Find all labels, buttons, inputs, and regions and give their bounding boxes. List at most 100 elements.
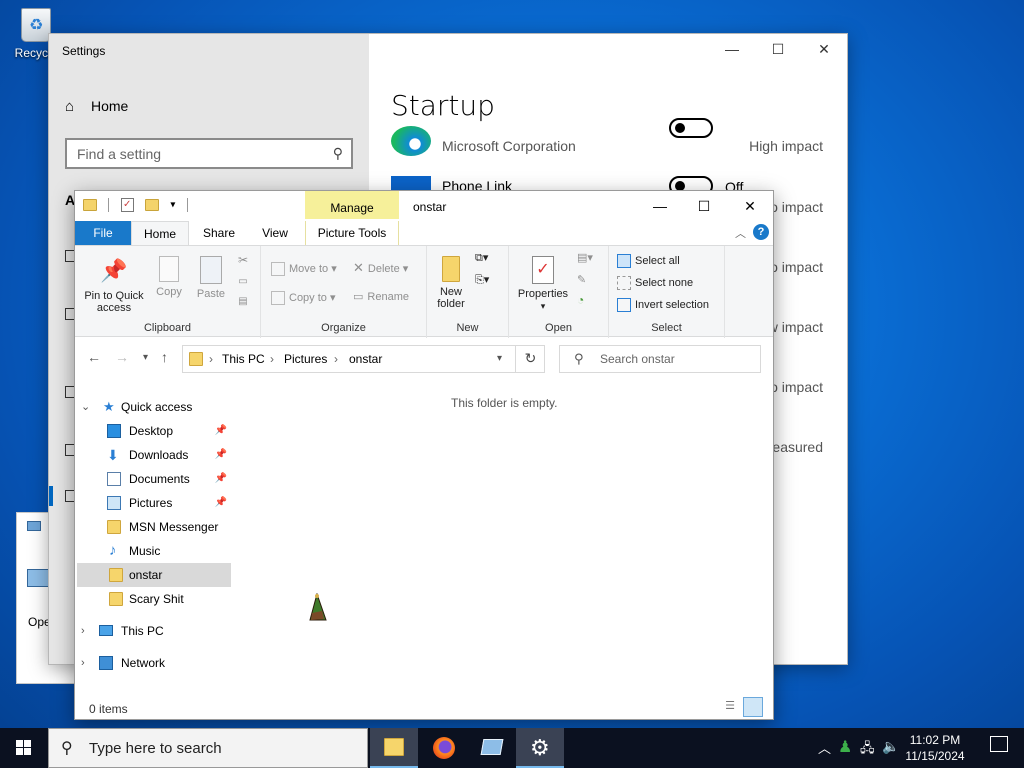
select-group-label: Select (651, 322, 682, 334)
taskbar-app[interactable] (468, 728, 516, 768)
expand-chevron-icon[interactable]: › (81, 651, 85, 675)
notifications-icon[interactable] (990, 736, 1008, 752)
up-button[interactable]: ↑ (161, 349, 168, 365)
minimize-button[interactable]: — (709, 34, 755, 64)
select-none-button[interactable]: Select none (617, 276, 693, 290)
taskbar-search-box[interactable]: ⚲ Type here to search (48, 728, 368, 768)
documents-icon (107, 472, 121, 486)
pin-icon[interactable]: 📌 (215, 443, 227, 467)
start-button[interactable] (0, 728, 48, 768)
startup-toggle[interactable] (669, 118, 713, 138)
tab-view[interactable]: View (247, 221, 303, 245)
tab-home[interactable]: Home (131, 221, 189, 245)
nav-item-pictures[interactable]: Pictures 📌 (77, 491, 231, 515)
collapse-ribbon-icon[interactable]: ︿ (735, 225, 746, 241)
nav-item-downloads[interactable]: ⬇ Downloads 📌 (77, 443, 231, 467)
properties-icon[interactable]: ✓ (120, 197, 134, 212)
nav-item-desktop[interactable]: Desktop 📌 (77, 419, 231, 443)
new-folder-button[interactable]: New folder (433, 256, 469, 310)
nav-item-scary-shit[interactable]: Scary Shit (77, 587, 231, 611)
breadcrumb-this-pc[interactable]: This PC (222, 352, 265, 366)
pin-icon[interactable]: 📌 (215, 419, 227, 443)
edit-icon[interactable]: ✎ (577, 274, 586, 286)
invert-selection-button[interactable]: Invert selection (617, 298, 709, 312)
properties-button[interactable]: ✓ Properties ▾ (513, 256, 573, 312)
tab-picture-tools[interactable]: Picture Tools (305, 221, 399, 245)
nav-item-documents[interactable]: Documents 📌 (77, 467, 231, 491)
tab-file[interactable]: File (75, 221, 131, 245)
show-hidden-icons-icon[interactable]: ︿ (818, 738, 831, 757)
nav-label: Scary Shit (129, 592, 184, 606)
cut-icon[interactable]: ✂ (235, 254, 251, 266)
new-folder-icon[interactable] (145, 198, 160, 211)
paste-shortcut-icon[interactable]: ▤ (235, 296, 251, 308)
search-input[interactable]: ⚲ Search onstar (559, 345, 761, 373)
pin-icon[interactable]: 📌 (215, 467, 227, 491)
breadcrumb-pictures[interactable]: Pictures (284, 352, 327, 366)
nav-item-music[interactable]: ♪ Music (77, 539, 231, 563)
settings-search-input[interactable]: Find a setting ⚲ (65, 138, 353, 169)
computer-icon (99, 625, 113, 636)
status-bar-text: 0 items (89, 702, 128, 716)
help-icon[interactable]: ? (753, 224, 769, 240)
recent-locations-button[interactable]: ▾ (143, 352, 148, 363)
clock[interactable]: 11:02 PM 11/15/2024 (900, 732, 970, 764)
open-icon[interactable]: ▤▾ (577, 252, 593, 264)
minimize-button[interactable]: — (637, 191, 683, 221)
rename-button[interactable]: ▭ Rename (353, 291, 409, 303)
home-label: Home (91, 98, 129, 114)
customize-toolbar-icon[interactable]: ▾ (170, 199, 175, 210)
search-placeholder: Search onstar (600, 352, 675, 366)
settings-home-link[interactable]: ⌂ Home (65, 98, 128, 115)
delete-label: Delete (367, 263, 400, 275)
copy-to-button[interactable]: Copy to ▾ (271, 291, 336, 305)
properties-icon: ✓ (532, 256, 554, 284)
back-button[interactable]: ← (87, 349, 101, 365)
large-icons-view-icon[interactable] (743, 697, 763, 717)
nav-quick-access[interactable]: ⌄ ★ Quick access (77, 395, 231, 419)
select-none-icon (617, 276, 631, 290)
address-bar[interactable]: › This PC › Pictures › onstar ▾ (182, 345, 545, 373)
tray-app-icon[interactable]: ♟ (838, 737, 852, 757)
close-button[interactable]: ✕ (727, 191, 773, 221)
forward-button[interactable]: → (115, 349, 129, 365)
nav-item-onstar[interactable]: onstar (77, 563, 231, 587)
copy-path-icon[interactable]: ▭ (235, 276, 251, 288)
taskbar-firefox[interactable] (420, 728, 468, 768)
copy-button[interactable]: Copy (149, 256, 189, 298)
volume-icon[interactable]: 🔈 (882, 738, 899, 755)
maximize-button[interactable]: ☐ (681, 191, 727, 221)
expand-chevron-icon[interactable]: ⌄ (81, 395, 90, 419)
nav-network[interactable]: › Network (77, 651, 231, 675)
pin-icon[interactable]: 📌 (215, 491, 227, 515)
tab-share[interactable]: Share (191, 221, 247, 245)
paste-button[interactable]: Paste (191, 256, 231, 300)
copy-to-icon (271, 291, 285, 305)
new-item-icon[interactable]: ⧉▾ (475, 252, 488, 264)
address-dropdown-icon[interactable]: ▾ (497, 353, 502, 364)
delete-button[interactable]: ✕ Delete ▾ (353, 261, 408, 275)
easy-access-icon[interactable]: ⎘▾ (475, 274, 489, 286)
nav-this-pc[interactable]: › This PC (77, 619, 231, 643)
network-icon[interactable]: 🖧 (860, 739, 875, 761)
select-all-icon (617, 254, 631, 268)
nav-label: Pictures (129, 496, 173, 510)
nav-item-msn-messenger[interactable]: MSN Messenger (77, 515, 231, 539)
expand-chevron-icon[interactable]: › (81, 619, 85, 643)
move-to-button[interactable]: Move to ▾ (271, 262, 337, 276)
breadcrumb-onstar[interactable]: onstar (349, 352, 382, 366)
history-icon[interactable]: ◔ (577, 294, 584, 306)
taskbar-settings[interactable]: ⚙ (516, 728, 564, 768)
select-all-button[interactable]: Select all (617, 254, 680, 268)
file-explorer-window[interactable]: ✓ ▾ Manage onstar — ☐ ✕ File Home Share … (74, 190, 774, 720)
select-group: Select all Select none Invert selection … (609, 246, 725, 338)
close-button[interactable]: ✕ (801, 34, 847, 64)
system-tray: ︿ ♟ 🖧 🔈 11:02 PM 11/15/2024 (814, 728, 1024, 768)
maximize-button[interactable]: ☐ (755, 34, 801, 64)
details-view-icon[interactable]: ☰ (721, 699, 739, 715)
properties-dropdown-icon[interactable]: ▾ (513, 300, 573, 312)
refresh-button[interactable]: ↻ (515, 345, 545, 373)
manage-tab[interactable]: Manage (305, 191, 399, 219)
pin-to-quick-access-button[interactable]: 📌 Pin to Quick access (81, 256, 147, 314)
taskbar-file-explorer[interactable] (370, 728, 418, 768)
